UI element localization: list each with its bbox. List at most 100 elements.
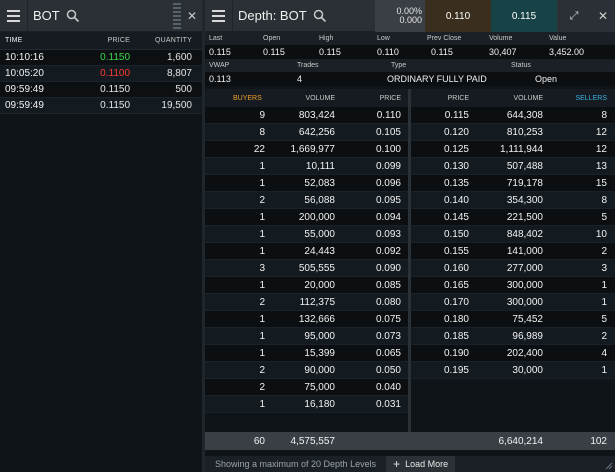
bid-level-row[interactable]: 1 52,083 0.096 — [205, 175, 409, 192]
bid-level-row[interactable]: 1 95,000 0.073 — [205, 328, 409, 345]
trade-row[interactable]: 09:59:49 0.1150 19,500 — [0, 98, 202, 114]
column-header-time[interactable]: TIME — [0, 37, 70, 44]
label-open: Open — [263, 35, 281, 42]
trade-time: 09:59:49 — [5, 100, 44, 111]
ask-count: 8 — [601, 194, 607, 206]
column-header-buyers[interactable]: BUYERS — [205, 95, 267, 102]
label-low: Low — [377, 35, 390, 42]
bid-level-row[interactable]: 1 132,666 0.075 — [205, 311, 409, 328]
ask-count: 1 — [601, 364, 607, 376]
bid-level-row[interactable]: 9 803,424 0.110 — [205, 107, 409, 124]
ask-count: 3 — [601, 262, 607, 274]
trade-row[interactable]: 09:59:49 0.1150 500 — [0, 82, 202, 98]
ask-level-row[interactable]: 0.170 300,000 1 — [411, 294, 615, 311]
ask-volume: 300,000 — [506, 296, 543, 308]
bid-level-row[interactable]: 2 112,375 0.080 — [205, 294, 409, 311]
ask-level-row[interactable]: 0.140 354,300 8 — [411, 192, 615, 209]
bid-level-row[interactable]: 1 15,399 0.065 — [205, 345, 409, 362]
bid-volume: 1,669,977 — [290, 143, 336, 155]
bid-level-row[interactable]: 2 90,000 0.050 — [205, 362, 409, 379]
bid-count: 2 — [259, 364, 265, 376]
ask-level-row[interactable]: 0.185 96,989 2 — [411, 328, 615, 345]
best-ask[interactable]: 0.115 — [491, 0, 557, 32]
ask-level-row[interactable]: 0.130 507,488 13 — [411, 158, 615, 175]
column-header-sellers[interactable]: SELLERS — [543, 95, 611, 102]
ask-count: 2 — [601, 330, 607, 342]
ask-level-row[interactable]: 0.145 221,500 5 — [411, 209, 615, 226]
ask-levels: 0.115 644,308 8 0.120 810,253 12 0.125 1,111,94… — [411, 107, 615, 379]
depth-footer: Showing a maximum of 20 Depth Levels + L… — [205, 456, 615, 472]
bid-price: 0.100 — [375, 143, 401, 155]
ask-level-row[interactable]: 0.190 202,400 4 — [411, 345, 615, 362]
ask-level-row[interactable]: 0.195 30,000 1 — [411, 362, 615, 379]
menu-icon[interactable] — [0, 0, 28, 32]
bid-price: 0.085 — [375, 279, 401, 291]
ask-price: 0.115 — [444, 109, 469, 121]
search-icon[interactable] — [313, 9, 327, 23]
bid-level-row[interactable]: 1 16,180 0.031 — [205, 396, 409, 413]
resize-grip-icon[interactable] — [605, 462, 613, 470]
bid-price: 0.095 — [375, 194, 401, 206]
bid-level-row[interactable]: 2 56,088 0.095 — [205, 192, 409, 209]
depth-title[interactable]: Depth: BOT — [233, 8, 307, 23]
bid-level-row[interactable]: 1 55,000 0.093 — [205, 226, 409, 243]
quote-info-header: Last Open High Low Prev Close Volume Val… — [205, 32, 615, 45]
ask-level-row[interactable]: 0.125 1,111,944 12 — [411, 141, 615, 158]
best-bid[interactable]: 0.110 — [425, 0, 491, 32]
ask-level-row[interactable]: 0.160 277,000 3 — [411, 260, 615, 277]
total-sell-volume: 6,640,214 — [498, 435, 544, 447]
trades-header-row: TIME PRICE QUANTITY — [0, 32, 202, 50]
ask-level-row[interactable]: 0.155 141,000 2 — [411, 243, 615, 260]
trade-quantity: 1,600 — [166, 52, 192, 63]
ask-level-row[interactable]: 0.150 848,402 10 — [411, 226, 615, 243]
ask-count: 1 — [601, 279, 607, 291]
depth-panel: Depth: BOT 0.00% 0.000 0.110 0.115 ⤢ ✕ L… — [205, 0, 615, 472]
column-header-sell-price[interactable]: PRICE — [411, 95, 469, 102]
bid-level-row[interactable]: 22 1,669,977 0.100 — [205, 141, 409, 158]
bid-volume: 75,000 — [304, 381, 335, 393]
close-icon[interactable]: ✕ — [182, 0, 202, 32]
trade-row[interactable]: 10:05:20 0.1100 8,807 — [0, 66, 202, 82]
bid-level-row[interactable]: 1 200,000 0.094 — [205, 209, 409, 226]
ask-level-row[interactable]: 0.115 644,308 8 — [411, 107, 615, 124]
load-more-label: Load More — [405, 459, 449, 469]
close-icon[interactable]: ✕ — [591, 0, 615, 32]
bid-levels: 9 803,424 0.110 8 642,256 0.105 22 1,669,977 0.1… — [205, 107, 409, 413]
load-more-button[interactable]: + Load More — [386, 456, 456, 472]
ask-level-row[interactable]: 0.135 719,178 15 — [411, 175, 615, 192]
bid-level-row[interactable]: 3 505,555 0.090 — [205, 260, 409, 277]
ask-level-row[interactable]: 0.180 75,452 5 — [411, 311, 615, 328]
trade-row[interactable]: 10:10:16 0.1150 1,600 — [0, 50, 202, 66]
column-header-price[interactable]: PRICE — [70, 37, 130, 44]
ask-level-row[interactable]: 0.165 300,000 1 — [411, 277, 615, 294]
bid-level-row[interactable]: 1 20,000 0.085 — [205, 277, 409, 294]
bid-level-row[interactable]: 1 24,443 0.092 — [205, 243, 409, 260]
column-header-buy-price[interactable]: PRICE — [337, 95, 405, 102]
menu-icon[interactable] — [205, 0, 233, 32]
drag-handle-icon[interactable] — [172, 0, 182, 32]
bid-volume: 24,443 — [304, 245, 335, 257]
book-divider — [408, 89, 411, 432]
trade-time: 10:10:16 — [5, 52, 44, 63]
ask-level-row[interactable]: 0.120 810,253 12 — [411, 124, 615, 141]
value-vwap: 0.113 — [209, 74, 231, 84]
trade-quantity: 500 — [175, 84, 192, 95]
bid-price: 0.094 — [375, 211, 401, 223]
column-header-buy-volume[interactable]: VOLUME — [267, 95, 337, 102]
bid-price: 0.080 — [375, 296, 401, 308]
column-header-quantity[interactable]: QUANTITY — [130, 37, 197, 44]
bid-level-row[interactable]: 1 10,111 0.099 — [205, 158, 409, 175]
ask-count: 8 — [601, 109, 607, 121]
bid-level-row[interactable]: 2 75,000 0.040 — [205, 379, 409, 396]
ask-count: 12 — [595, 126, 607, 138]
column-header-sell-volume[interactable]: VOLUME — [469, 95, 543, 102]
trades-symbol-title[interactable]: BOT — [28, 8, 60, 23]
bid-volume: 15,399 — [304, 347, 335, 359]
expand-icon[interactable]: ⤢ — [557, 0, 591, 32]
value-status: Open — [535, 74, 558, 84]
ask-price: 0.140 — [443, 194, 469, 206]
ask-volume: 507,488 — [506, 160, 543, 172]
search-icon[interactable] — [66, 9, 80, 23]
ask-price: 0.130 — [443, 160, 469, 172]
bid-level-row[interactable]: 8 642,256 0.105 — [205, 124, 409, 141]
